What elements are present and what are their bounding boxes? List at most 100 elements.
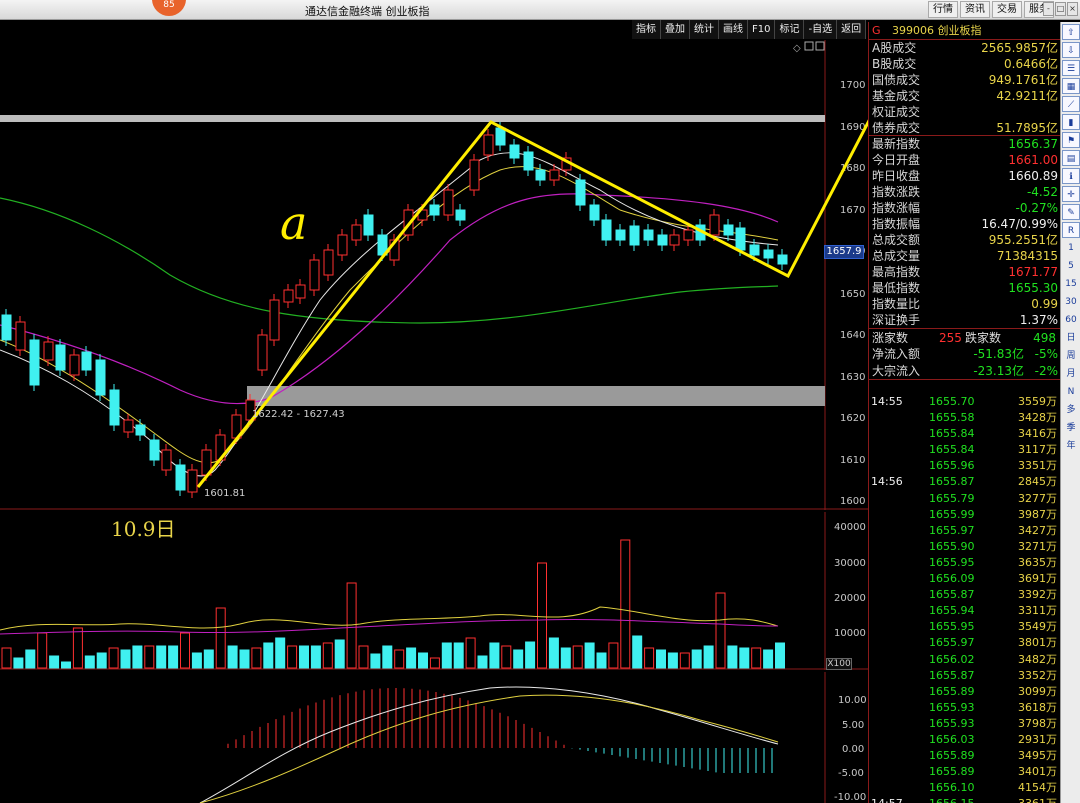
tick-vol: 3361万 (1018, 796, 1057, 803)
collapse-icon[interactable]: ◇ (793, 43, 801, 54)
period-button[interactable]: 多 (1062, 402, 1080, 418)
flag-icon[interactable]: ⚑ (1062, 132, 1080, 148)
gap-band (247, 386, 825, 406)
candle-body (283, 289, 294, 303)
volume-bar (72, 627, 83, 669)
stat-row: 总成交量 71384315 (869, 248, 1060, 264)
period-button[interactable]: 季 (1062, 420, 1080, 436)
stat-label: 国债成交 (872, 73, 921, 87)
menu-trade-button[interactable]: 交易 (992, 1, 1022, 18)
tool-draw-line[interactable]: 画线 (719, 20, 748, 39)
candle-body (683, 229, 694, 241)
period-sidebar: ⇧ ⇩ ☰ ▦ ⟋ ▮ ⚑ ▤ ℹ ✛ ✎ R 1 5 15 30 60 日周月 N 多季年 (1060, 22, 1080, 803)
stat-value: -4.52 (1026, 185, 1058, 199)
tick-row: 1655.97 3801万 (869, 635, 1061, 651)
table-icon[interactable]: ▤ (1062, 150, 1080, 166)
period-button[interactable]: 年 (1062, 438, 1080, 454)
tool-back[interactable]: 返回 (837, 20, 867, 39)
price-tick: 1600 (840, 496, 865, 507)
tick-price: 1655.93 (929, 700, 975, 714)
tick-row: 1655.93 3798万 (869, 716, 1061, 732)
volume-bar (25, 649, 36, 669)
volume-ma5 (0, 606, 779, 631)
candle-icon[interactable]: ▮ (1062, 114, 1080, 130)
stat-label: 债券成交 (872, 121, 921, 135)
tool-statistics[interactable]: 统计 (690, 20, 719, 39)
tick-vol: 3618万 (1018, 700, 1057, 714)
tick-list[interactable]: 14:55 1655.70 3559万 1655.58 3428万 1655.84 3416… (869, 394, 1061, 803)
period-button[interactable]: 15 (1062, 276, 1080, 292)
volume-axis: 40000 30000 20000 10000 (834, 522, 866, 639)
tool-watchlist[interactable]: -自选 (804, 20, 838, 39)
quote-info-panel: G 399006 创业板指 A股成交 2565.9857亿 B股成交 0.6466亿国… (868, 22, 1060, 803)
volume-bar (84, 655, 95, 669)
volume-bar (406, 647, 417, 669)
volume-bar (394, 649, 405, 669)
candle-body (749, 244, 760, 256)
period-button[interactable]: 60 (1062, 312, 1080, 328)
close-icon[interactable]: × (1067, 2, 1078, 16)
minimize-icon[interactable]: - (1043, 2, 1054, 16)
maximize-icon[interactable]: □ (1055, 2, 1066, 16)
volume-bar (441, 642, 452, 669)
period-button[interactable]: 日 (1062, 330, 1080, 346)
candle-body (15, 321, 26, 351)
candle-body (149, 439, 160, 461)
candle-body (187, 469, 198, 493)
candle-body (81, 351, 92, 371)
tick-price: 1655.87 (929, 668, 975, 682)
list-icon[interactable]: ☰ (1062, 60, 1080, 76)
tool-overlay[interactable]: 叠加 (661, 20, 690, 39)
chart-icon[interactable]: ⟋ (1062, 96, 1080, 112)
macd-chart[interactable]: 10.00 5.00 0.00 -5.00 -10.00 (0, 672, 870, 803)
period-button[interactable]: 周 (1062, 348, 1080, 364)
stat-row: 债券成交 51.7895亿 (869, 120, 1060, 136)
grid-icon[interactable]: ▦ (1062, 78, 1080, 94)
period-button[interactable]: N (1062, 384, 1080, 400)
menu-news-button[interactable]: 资讯 (960, 1, 990, 18)
cross-icon[interactable]: ✛ (1062, 186, 1080, 202)
tool-f10[interactable]: F10 (748, 20, 776, 39)
notification-badge[interactable]: 85 (152, 0, 186, 16)
stat-label: 指数量比 (872, 297, 921, 311)
stat-row: 昨日收盘 1660.89 (869, 168, 1060, 184)
tick-price: 1655.97 (929, 636, 975, 650)
macd-tick: -10.00 (834, 792, 866, 803)
candle-body (429, 204, 440, 216)
period-button[interactable]: 5 (1062, 258, 1080, 274)
volume-bar (203, 649, 214, 669)
volume-bar (667, 652, 678, 669)
tick-price: 1655.79 (929, 491, 975, 505)
macd-tick: 5.00 (842, 720, 864, 731)
pen-icon[interactable]: ✎ (1062, 204, 1080, 220)
kline-chart[interactable]: 1700 1690 1680 1670 1660 1650 1640 1630 … (0, 40, 1062, 510)
arrow-up-icon[interactable]: ⇧ (1062, 24, 1080, 40)
tool-indicator[interactable]: 指标 (632, 20, 661, 39)
tick-time: 14:57 (871, 796, 903, 803)
close-pane-icon[interactable] (815, 41, 825, 51)
window-icon[interactable] (804, 41, 814, 51)
rsi-icon[interactable]: R (1062, 222, 1080, 238)
volume-bar (703, 645, 714, 669)
tick-price: 1655.89 (929, 684, 975, 698)
volume-bar (727, 645, 738, 669)
volume-bar (322, 642, 333, 669)
stat-value: 42.9211亿 (996, 89, 1058, 103)
menu-quotes-button[interactable]: 行情 (928, 1, 958, 18)
flow-label: 净流入额 (872, 347, 921, 361)
flow-row: 净流入额 -51.83亿 -5% (869, 346, 1060, 363)
arrow-down-icon[interactable]: ⇩ (1062, 42, 1080, 58)
period-button[interactable]: 月 (1062, 366, 1080, 382)
candle-body (483, 134, 494, 156)
info-icon[interactable]: ℹ (1062, 168, 1080, 184)
volume-bar (168, 645, 179, 669)
volume-bar (715, 592, 726, 669)
volume-tick: 20000 (834, 593, 866, 604)
tick-vol: 3801万 (1018, 636, 1057, 650)
stat-value: 1660.89 (1008, 169, 1058, 183)
tool-mark[interactable]: 标记 (775, 20, 805, 39)
period-button[interactable]: 1 (1062, 240, 1080, 256)
price-tick: 1620 (840, 413, 865, 424)
stat-value: 0.99 (1031, 297, 1058, 311)
period-button[interactable]: 30 (1062, 294, 1080, 310)
